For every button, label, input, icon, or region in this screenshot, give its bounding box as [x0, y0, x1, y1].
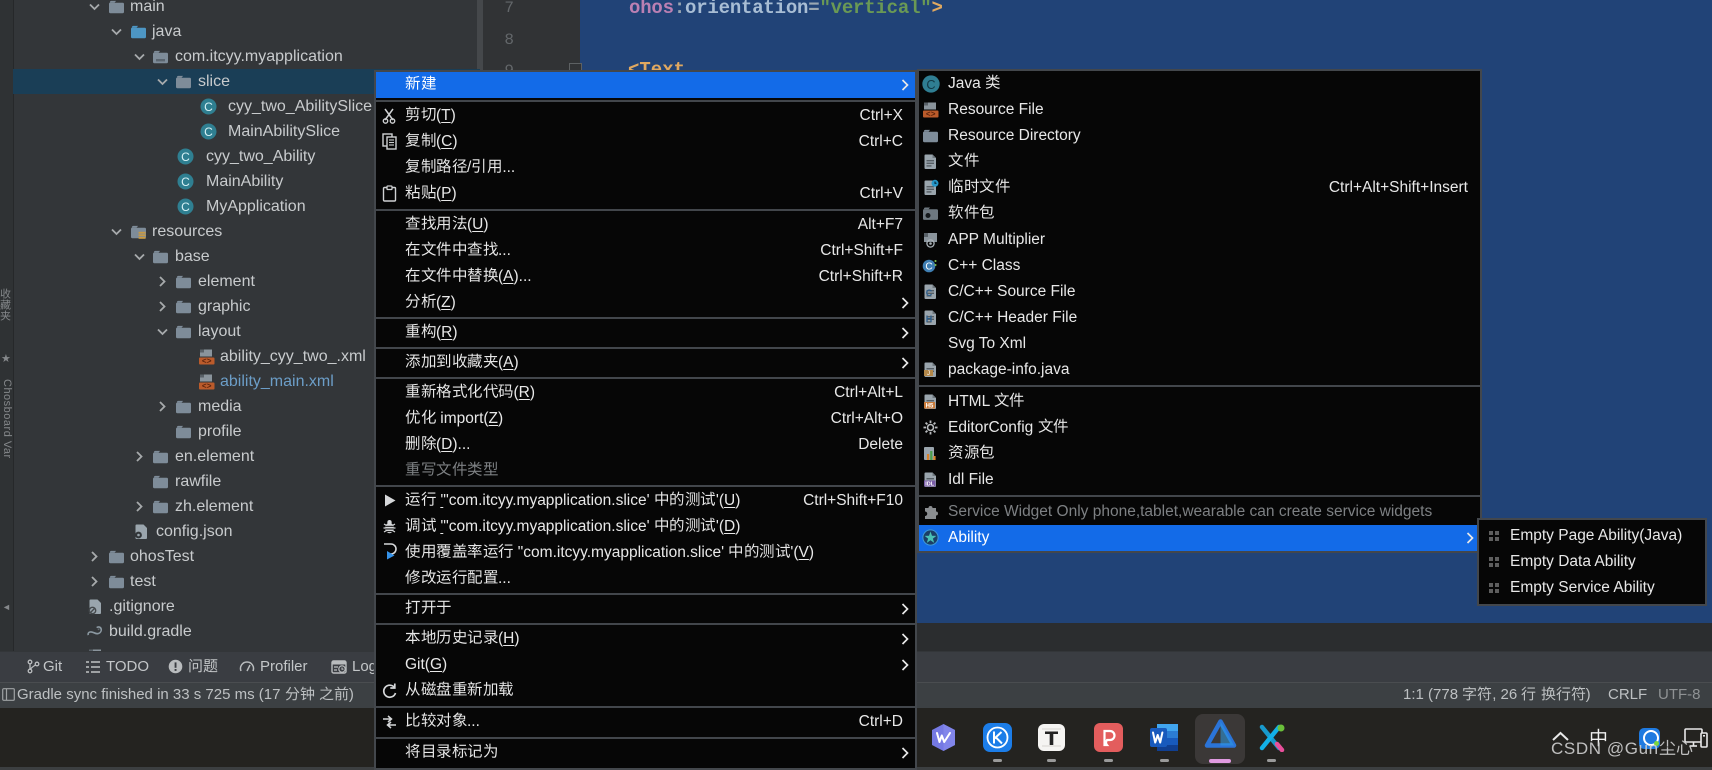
- svg-text:C: C: [926, 78, 935, 92]
